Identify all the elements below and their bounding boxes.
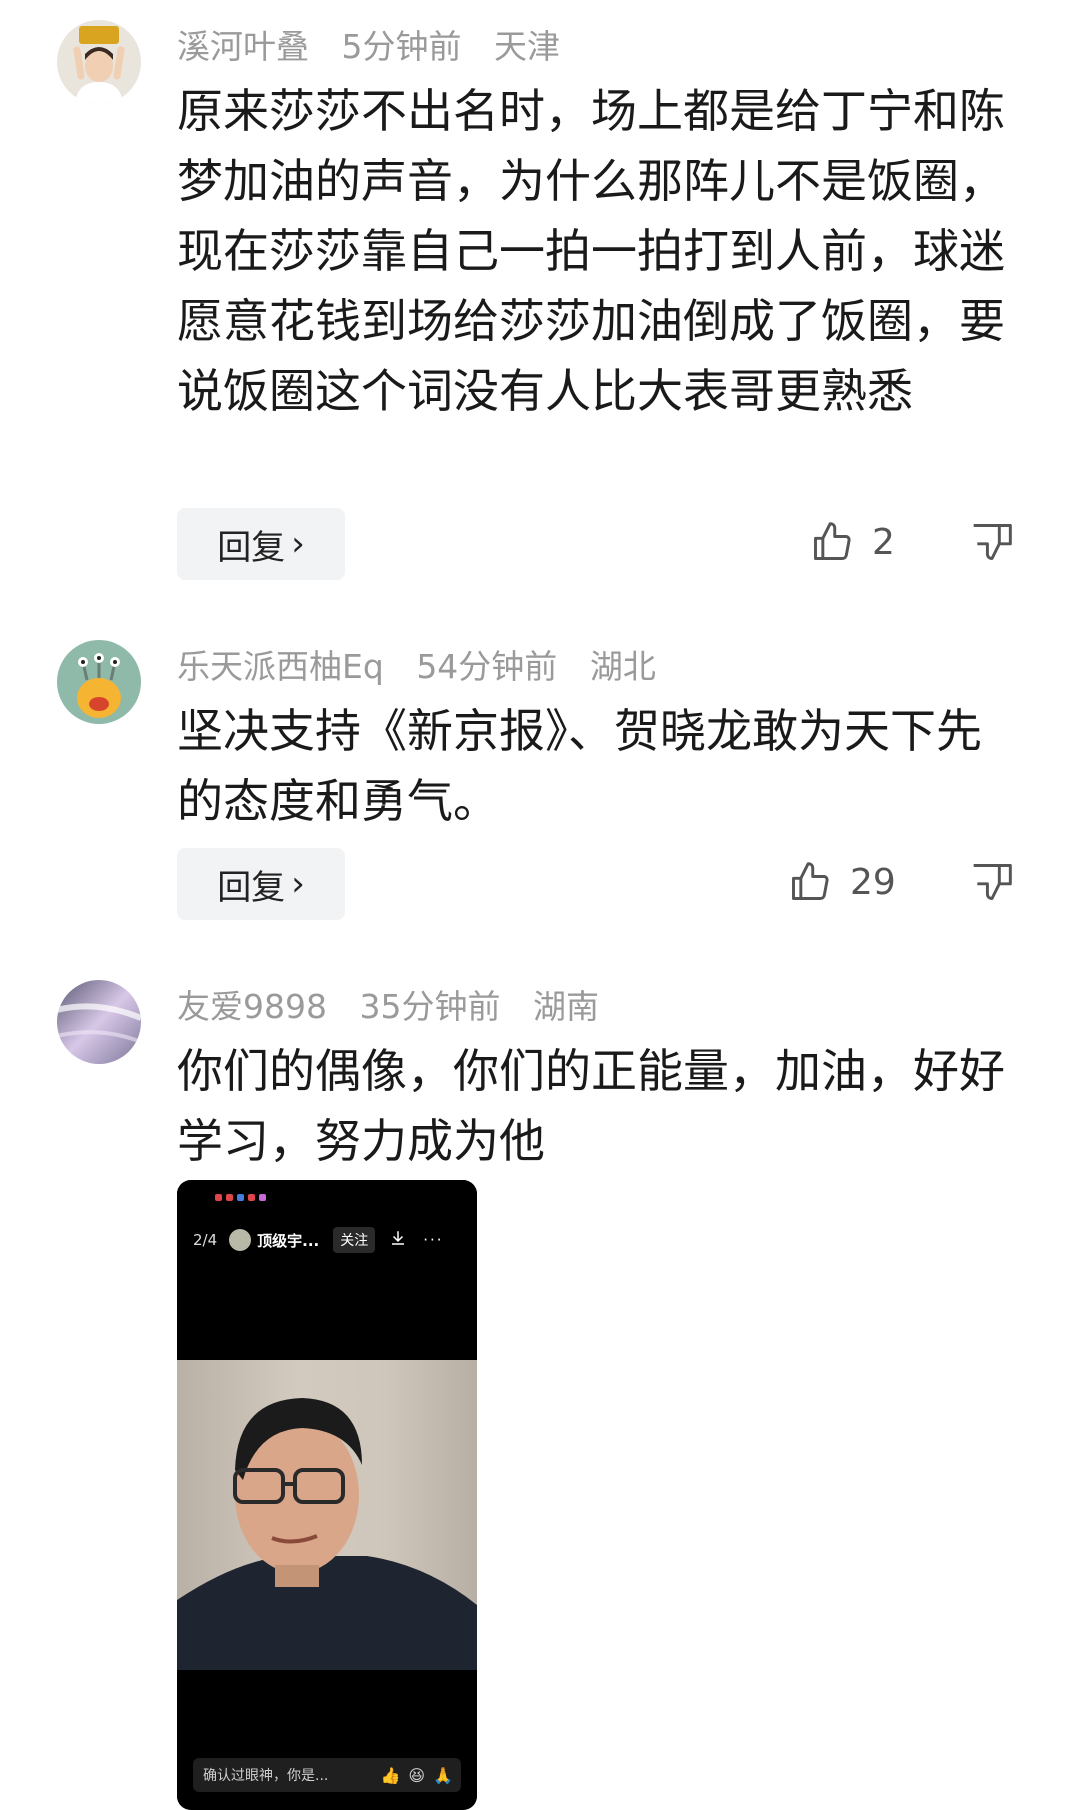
download-icon	[389, 1229, 407, 1251]
location: 天津	[494, 27, 560, 66]
comment-text: 你们的偶像，你们的正能量，加油，好好学习，努力成为他	[177, 1044, 1005, 1168]
chevron-right-icon: ›	[291, 524, 305, 564]
location: 湖北	[589, 647, 656, 686]
attachment-toolbar: 2/4 顶级宇... 关注 ···	[177, 1220, 477, 1260]
reply-label: 回复	[217, 527, 286, 568]
dislike-button[interactable]	[970, 860, 1014, 908]
avatar[interactable]	[57, 640, 141, 724]
photo-man-with-glasses	[177, 1360, 477, 1670]
more-icon: ···	[423, 1231, 444, 1249]
page-indicator: 2/4	[193, 1231, 218, 1249]
reply-button[interactable]: 回复 ›	[177, 848, 345, 920]
follow-button: 关注	[333, 1227, 376, 1253]
avatar[interactable]	[57, 980, 141, 1064]
avatar[interactable]	[57, 20, 141, 104]
grin-emoji-icon: 😆	[408, 1765, 426, 1785]
location: 湖南	[532, 987, 599, 1026]
comment-text: 原来莎莎不出名时，场上都是给丁宁和陈梦加油的声音，为什么那阵儿不是饭圈，现在莎莎…	[177, 84, 1005, 418]
username[interactable]: 友爱9898	[177, 987, 327, 1026]
comment-text: 坚决支持《新京报》、贺晓龙敢为天下先的态度和勇气。	[177, 704, 982, 828]
dislike-button[interactable]	[970, 520, 1014, 568]
timestamp: 35分钟前	[359, 987, 501, 1026]
like-count: 29	[850, 861, 896, 903]
comment-meta: 溪河叶叠 5分钟前 天津	[177, 20, 582, 68]
timestamp: 5分钟前	[341, 27, 462, 66]
chevron-right-icon: ›	[291, 864, 305, 904]
attachment-comment-bar: 确认过眼神，你是... 👍 😆 🙏	[193, 1758, 461, 1792]
timestamp: 54分钟前	[416, 647, 558, 686]
comment-meta: 友爱9898 35分钟前 湖南	[177, 980, 621, 1028]
account-avatar	[229, 1229, 252, 1251]
attachment-header: 2/4 顶级宇... 关注 ···	[177, 1180, 477, 1360]
comment-image-attachment[interactable]: 2/4 顶级宇... 关注 ··· 确认过眼神，你是... 👍 😆 🙏	[177, 1180, 477, 1810]
username[interactable]: 乐天派西柚Eq	[177, 647, 384, 686]
like-button[interactable]: 29	[788, 860, 896, 904]
thumbs-up-emoji-icon: 👍	[380, 1765, 401, 1785]
comment-placeholder: 确认过眼神，你是...	[203, 1768, 329, 1784]
reply-button[interactable]: 回复 ›	[177, 508, 345, 580]
reaction-icons: 👍 😆 🙏	[380, 1766, 453, 1785]
reply-label: 回复	[217, 867, 286, 908]
account-name: 顶级宇...	[257, 1231, 320, 1250]
like-count: 2	[872, 521, 895, 563]
status-dots	[215, 1194, 270, 1201]
thumbs-down-icon	[973, 524, 1012, 560]
pray-emoji-icon: 🙏	[433, 1765, 453, 1785]
thumbs-up-icon	[814, 522, 851, 560]
thumbs-up-icon	[792, 862, 829, 900]
thumbs-down-icon	[973, 864, 1012, 900]
like-button[interactable]: 2	[810, 520, 895, 564]
username[interactable]: 溪河叶叠	[177, 27, 309, 66]
comment-meta: 乐天派西柚Eq 54分钟前 湖北	[177, 640, 678, 688]
